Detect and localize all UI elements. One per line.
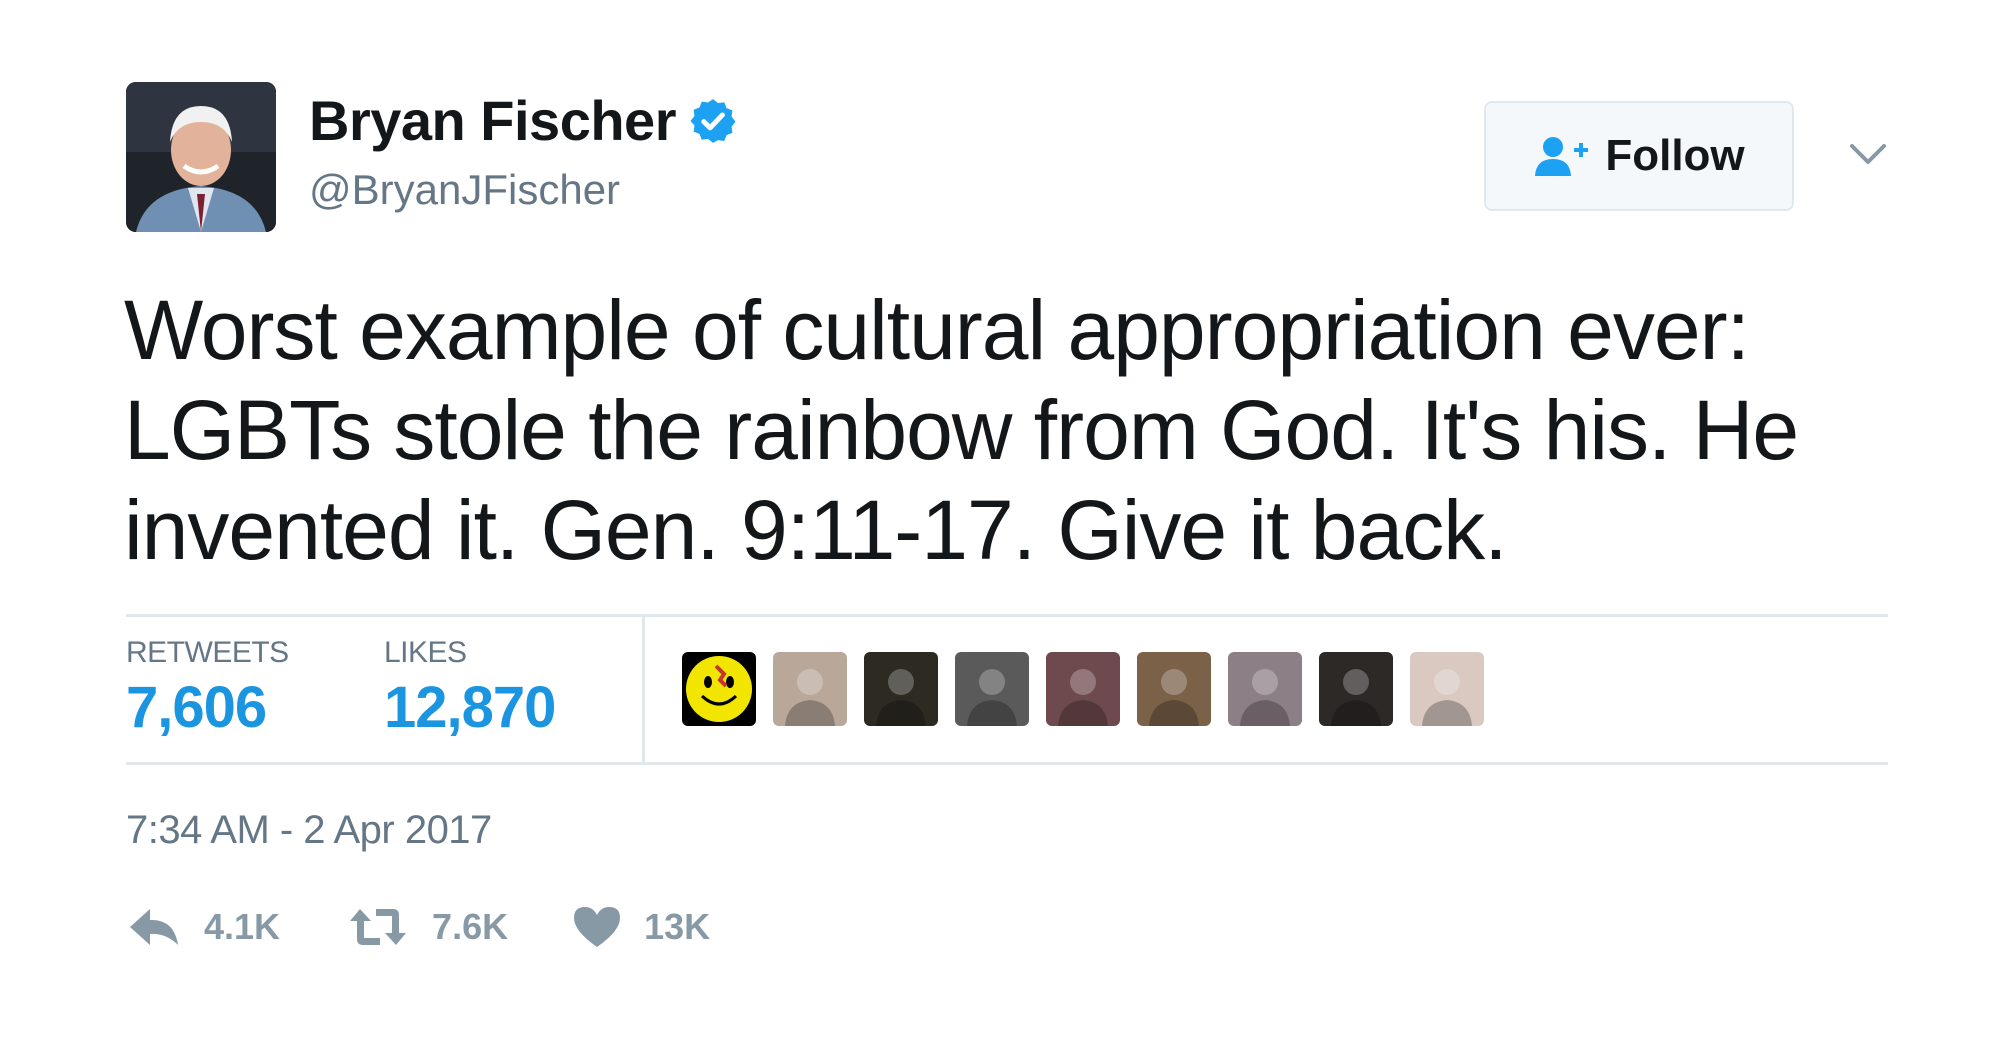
- follow-label: Follow: [1605, 131, 1745, 180]
- liker-avatar[interactable]: [1046, 652, 1120, 726]
- user-photo-icon: [1137, 652, 1211, 726]
- reply-icon: [126, 905, 182, 949]
- user-photo-icon: [773, 652, 847, 726]
- retweets-label: RETWEETS: [126, 636, 289, 669]
- likers-avatars: [682, 652, 1501, 726]
- follow-button[interactable]: Follow: [1484, 101, 1794, 211]
- tweet-text-line: invented it. Gen. 9:11-17. Give it back.: [124, 483, 1508, 577]
- user-photo-icon: [1410, 652, 1484, 726]
- avatar[interactable]: [126, 82, 276, 232]
- tweet-text-line: Worst example of cultural appropriation …: [124, 283, 1750, 377]
- retweets-stat[interactable]: RETWEETS 7,606: [126, 636, 289, 741]
- user-handle[interactable]: @BryanJFischer: [309, 166, 620, 214]
- liker-avatar[interactable]: [1410, 652, 1484, 726]
- stats-bottom-divider: [126, 762, 1888, 765]
- user-photo-icon: [1319, 652, 1393, 726]
- reply-count: 4.1K: [204, 906, 281, 947]
- likes-count: 12,870: [384, 675, 556, 740]
- retweet-count: 7.6K: [432, 906, 509, 947]
- retweet-icon: [346, 905, 410, 949]
- retweet-action[interactable]: 7.6K: [346, 905, 508, 949]
- likes-stat[interactable]: LIKES 12,870: [384, 636, 556, 741]
- follow-user-icon: [1533, 134, 1589, 178]
- stats-separator: [642, 616, 645, 762]
- reply-action[interactable]: 4.1K: [126, 905, 280, 949]
- tweet-timestamp[interactable]: 7:34 AM - 2 Apr 2017: [126, 808, 492, 853]
- smiley-icon: [682, 652, 756, 726]
- liker-avatar[interactable]: [1228, 652, 1302, 726]
- user-photo-icon: [1228, 652, 1302, 726]
- heart-icon: [572, 905, 622, 949]
- liker-avatar[interactable]: [864, 652, 938, 726]
- display-name[interactable]: Bryan Fischer: [309, 88, 677, 153]
- tweet-actions: 4.1K 7.6K 13K: [126, 905, 710, 949]
- avatar-photo: [126, 82, 276, 232]
- liker-avatar[interactable]: [1319, 652, 1393, 726]
- liker-avatar[interactable]: [1137, 652, 1211, 726]
- liker-avatar[interactable]: [773, 652, 847, 726]
- engagement-stats: RETWEETS 7,606 LIKES 12,870: [126, 616, 1888, 762]
- liker-avatar[interactable]: [682, 652, 756, 726]
- like-count: 13K: [644, 906, 711, 947]
- user-photo-icon: [955, 652, 1029, 726]
- like-action[interactable]: 13K: [572, 905, 710, 949]
- retweets-count: 7,606: [126, 675, 267, 740]
- tweet-card: Bryan Fischer @BryanJFischer Follow Wors…: [0, 0, 2000, 1050]
- liker-avatar[interactable]: [955, 652, 1029, 726]
- user-photo-icon: [1046, 652, 1120, 726]
- verified-badge-icon: [688, 96, 738, 146]
- likes-label: LIKES: [384, 636, 467, 669]
- tweet-text: Worst example of cultural appropriation …: [124, 280, 1884, 580]
- chevron-down-icon[interactable]: [1848, 138, 1888, 170]
- user-name-row[interactable]: Bryan Fischer: [309, 88, 738, 153]
- tweet-text-line: LGBTs stole the rainbow from God. It's h…: [124, 383, 1799, 477]
- user-photo-icon: [864, 652, 938, 726]
